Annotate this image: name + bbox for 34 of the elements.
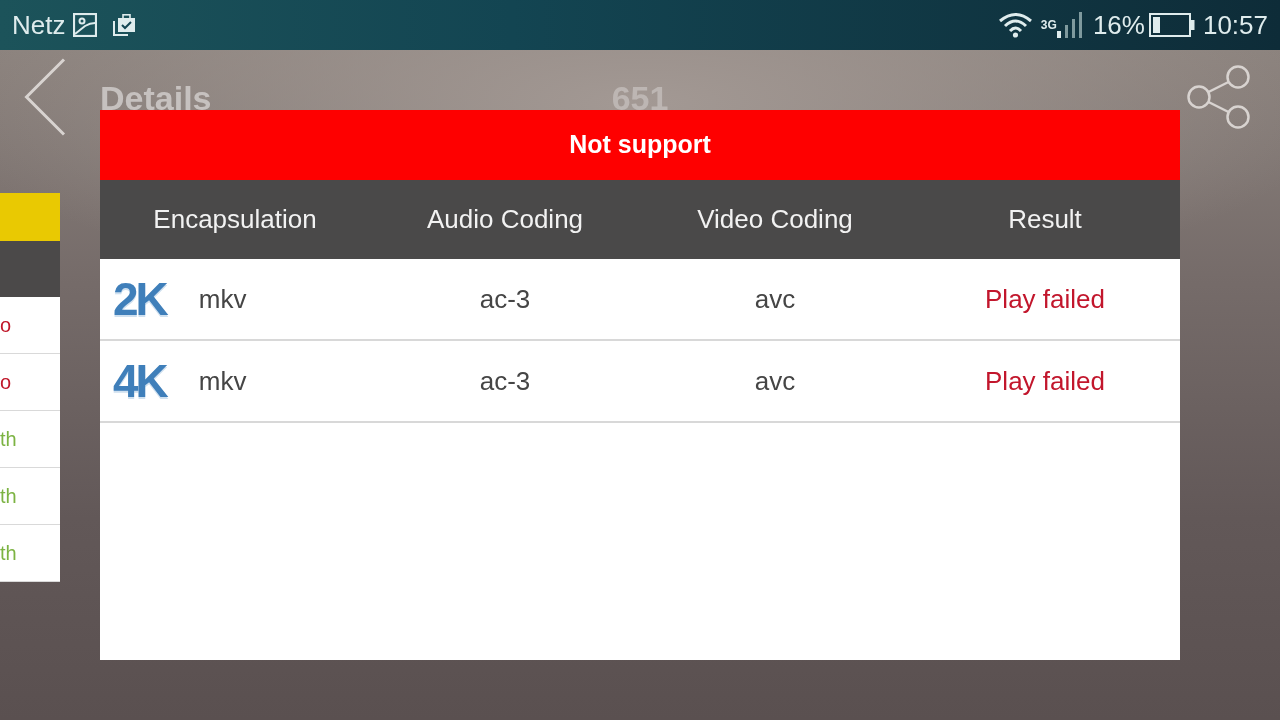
carrier-name: Netz (12, 12, 66, 38)
table-cell-text: mkv (198, 364, 247, 398)
image-icon (73, 13, 98, 37)
side-list-item[interactable]: th (0, 411, 60, 468)
dialog-title: Not support (569, 129, 711, 161)
battery-percent: 16% (1092, 12, 1145, 38)
side-list-item[interactable]: o (0, 297, 60, 354)
side-list-item[interactable]: th (0, 525, 60, 582)
table-cell-text: ac-3 (479, 364, 531, 398)
table-cell-text: avc (754, 364, 796, 398)
table-cell-text: mkv (198, 282, 247, 316)
battery-icon (1148, 13, 1195, 37)
table-cell-text: avc (754, 282, 796, 316)
wifi-icon (997, 12, 1033, 38)
back-button[interactable] (24, 57, 66, 136)
page-title: Details (100, 80, 212, 115)
column-header: Audio Coding (426, 203, 584, 236)
table-cell-text: Play failed (985, 282, 1105, 316)
column-header: Encapsulation (153, 203, 317, 236)
side-list-item[interactable]: th (0, 468, 60, 525)
side-panel-header (0, 193, 60, 241)
resolution-label: 2K (113, 276, 166, 322)
resolution-label: 4K (113, 358, 166, 404)
clock-time: 10:57 (1202, 12, 1268, 38)
side-list-item[interactable]: o (0, 354, 60, 411)
signal-icon (1056, 11, 1085, 39)
briefcase-check-icon (113, 14, 137, 36)
table-cell-text: Play failed (985, 364, 1105, 398)
share-button[interactable] (1186, 64, 1252, 129)
column-header: Result (1008, 203, 1082, 236)
side-panel-bar (0, 241, 60, 297)
network-type-label: 3G (1040, 19, 1057, 31)
table-cell-text: ac-3 (479, 282, 531, 316)
column-header: Video Coding (697, 203, 853, 236)
